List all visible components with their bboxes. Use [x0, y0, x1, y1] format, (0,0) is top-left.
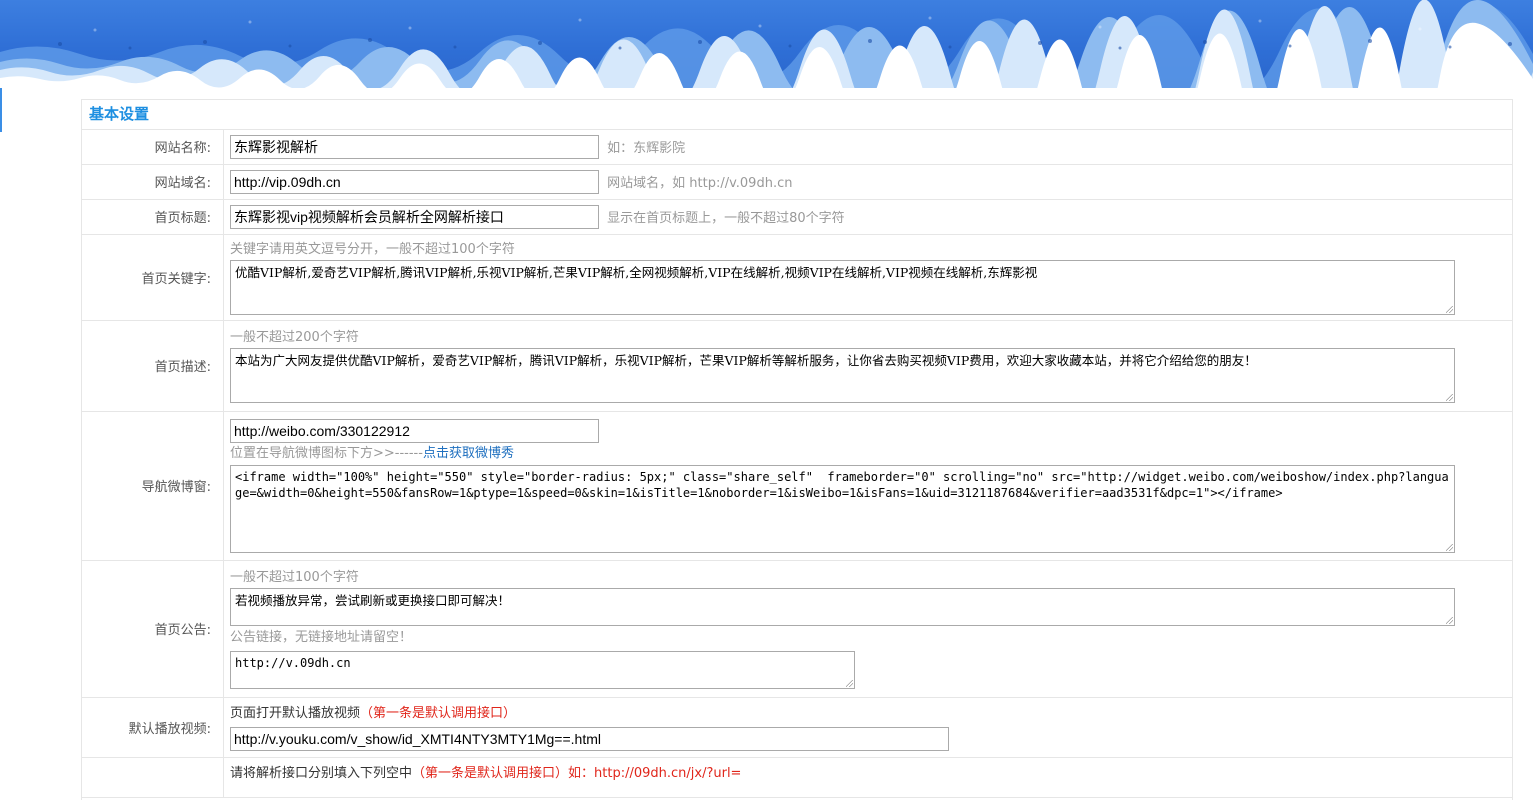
get-weibo-show-link[interactable]: 点击获取微博秀: [423, 446, 514, 461]
home-keywords-label: 首页关键字:: [82, 234, 224, 321]
weibo-hint: 位置在导航微博图标下方>>------: [230, 445, 423, 461]
notice-link-hint: 公告链接，无链接地址请留空！: [230, 630, 413, 645]
row-home-notice: 首页公告: 一般不超过100个字符 若视频播放异常，尝试刷新或更换接口即可解决！…: [82, 560, 1512, 698]
home-description-label: 首页描述:: [82, 320, 224, 412]
row-site-domain: 网站域名: http://vip.09dh.cn 网站域名，如 http://v…: [82, 164, 1512, 200]
row-parse-api: 请将解析接口分别填入下列空中（第一条是默认调用接口）如：http://09dh.…: [82, 757, 1512, 798]
row-site-name: 网站名称: 东辉影视解析 如：东辉影院: [82, 130, 1512, 165]
row-home-title: 首页标题: 东辉影视vip视频解析会员解析全网解析接口 显示在首页标题上，一般不…: [82, 199, 1512, 235]
site-domain-hint: 网站域名，如 http://v.09dh.cn: [607, 176, 793, 191]
site-domain-input[interactable]: http://vip.09dh.cn: [230, 169, 599, 194]
header-banner: [0, 0, 1533, 88]
default-video-label: 默认播放视频:: [82, 697, 224, 758]
home-notice-textarea[interactable]: 若视频播放异常，尝试刷新或更换接口即可解决！: [230, 588, 1455, 626]
site-name-input[interactable]: 东辉影视解析: [230, 134, 599, 159]
parse-api-hint: 请将解析接口分别填入下列空中: [230, 765, 413, 781]
site-name-hint: 如：东辉影院: [607, 141, 686, 157]
default-video-hint-red: （第一条是默认调用接口）: [360, 705, 517, 721]
home-description-textarea[interactable]: 本站为广大网友提供优酷VIP解析，爱奇艺VIP解析，腾讯VIP解析，乐视VIP解…: [230, 348, 1455, 403]
home-title-input[interactable]: 东辉影视vip视频解析会员解析全网解析接口: [230, 204, 599, 229]
weibo-url-input[interactable]: http://weibo.com/330122912: [230, 418, 599, 443]
default-video-hint: 页面打开默认播放视频: [230, 705, 361, 721]
home-title-label: 首页标题:: [82, 199, 224, 235]
default-video-input[interactable]: http://v.youku.com/v_show/id_XMTI4NTY3MT…: [230, 726, 949, 751]
notice-link-textarea[interactable]: http://v.09dh.cn: [230, 651, 855, 689]
row-nav-weibo: 导航微博窗: http://weibo.com/330122912 位置在导航微…: [82, 411, 1512, 561]
home-description-hint: 一般不超过200个字符: [230, 330, 359, 345]
home-notice-label: 首页公告:: [82, 560, 224, 698]
section-title: 基本设置: [82, 100, 1512, 130]
row-home-keywords: 首页关键字: 关键字请用英文逗号分开，一般不超过100个字符 优酷VIP解析,爱…: [82, 234, 1512, 321]
site-domain-label: 网站域名:: [82, 164, 224, 200]
home-keywords-textarea[interactable]: 优酷VIP解析,爱奇艺VIP解析,腾讯VIP解析,乐视VIP解析,芒果VIP解析…: [230, 259, 1455, 315]
home-notice-hint: 一般不超过100个字符: [230, 570, 359, 585]
site-name-label: 网站名称:: [82, 130, 224, 165]
parse-api-label: [82, 757, 224, 798]
left-edge-indicator: [0, 88, 2, 132]
home-keywords-hint: 关键字请用英文逗号分开，一般不超过100个字符: [230, 241, 515, 257]
parse-api-hint-red: （第一条是默认调用接口）如：http://09dh.cn/jx/?url=: [412, 765, 742, 781]
row-home-description: 首页描述: 一般不超过200个字符 本站为广大网友提供优酷VIP解析，爱奇艺VI…: [82, 320, 1512, 412]
nav-weibo-label: 导航微博窗:: [82, 411, 224, 561]
basic-settings-panel: 基本设置 网站名称: 东辉影视解析 如：东辉影院 网站域名: http://vi…: [81, 99, 1513, 800]
weibo-code-textarea[interactable]: <iframe width="100%" height="550" style=…: [230, 464, 1455, 553]
settings-form: 网站名称: 东辉影视解析 如：东辉影院 网站域名: http://vip.09d…: [82, 130, 1512, 798]
wave-banner-graphic: [0, 0, 1533, 88]
home-title-hint: 显示在首页标题上，一般不超过80个字符: [607, 211, 845, 226]
row-default-video: 默认播放视频: 页面打开默认播放视频（第一条是默认调用接口） http://v.…: [82, 697, 1512, 758]
